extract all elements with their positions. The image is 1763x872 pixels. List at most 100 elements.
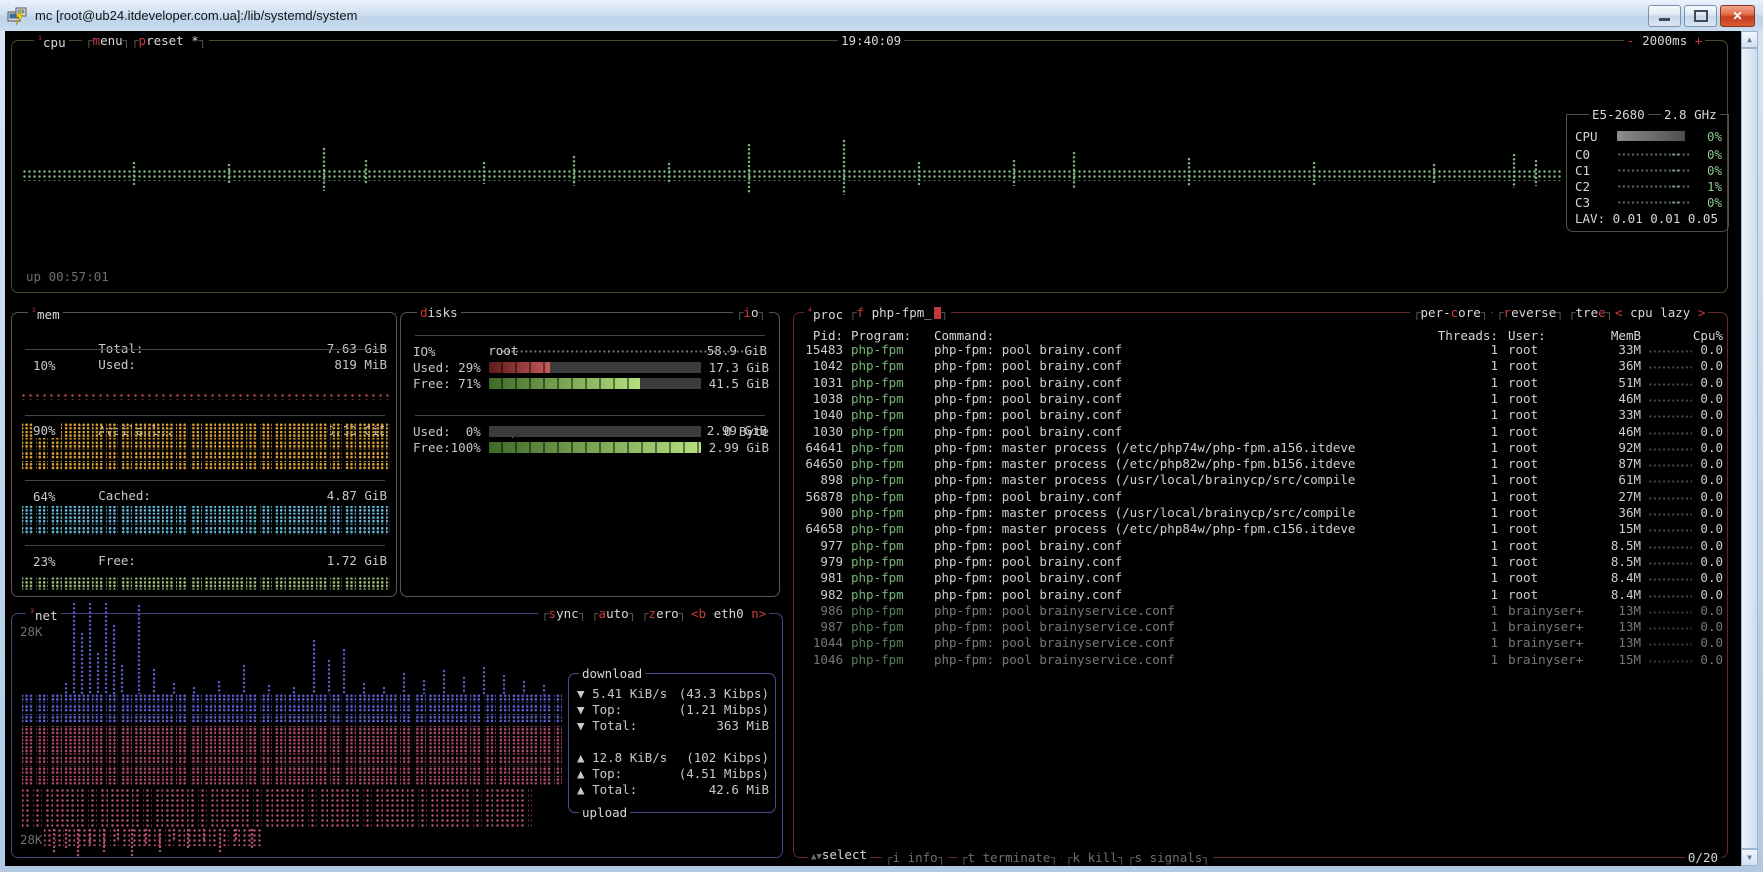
net-download-spike xyxy=(88,602,92,694)
proc-cell-pid: 64641 xyxy=(800,440,843,455)
cpu-graph-spike xyxy=(364,159,368,185)
maximize-button[interactable] xyxy=(1684,5,1717,27)
proc-cell-command: php-fpm: pool brainy.conf xyxy=(934,570,1430,585)
iface-next-button[interactable]: n> xyxy=(751,606,766,621)
disk-root-used-value: 17.3 GiB xyxy=(701,360,769,375)
titlebar[interactable]: mc [root@ub24.itdeveloper.com.ua]:/lib/s… xyxy=(0,0,1763,31)
iface-prev-button[interactable]: <b xyxy=(691,606,706,621)
col-program[interactable]: Program: xyxy=(851,328,911,343)
proc-cell-pid: 64658 xyxy=(800,521,843,536)
proc-row[interactable]: 981php-fpmphp-fpm: pool brainy.conf1root… xyxy=(794,570,1727,585)
tab-mem[interactable]: ²mem xyxy=(28,305,63,322)
proc-row[interactable]: 64650php-fpmphp-fpm: master process (/et… xyxy=(794,456,1727,471)
tab-auto[interactable]: auto xyxy=(588,606,639,621)
tab-zero[interactable]: zero xyxy=(638,606,689,621)
filter-input[interactable]: f php-fpm_ xyxy=(846,305,951,320)
proc-cell-threads: 1 xyxy=(1434,521,1498,536)
tab-cpu[interactable]: ¹cpu xyxy=(34,33,69,50)
tab-sync[interactable]: sync xyxy=(538,606,589,621)
col-cpu[interactable]: Cpu% xyxy=(1666,328,1723,343)
proc-cell-program: php-fpm xyxy=(851,472,931,487)
mem-available-row: Available:6.83 GiB xyxy=(23,408,387,423)
proc-row[interactable]: 900php-fpmphp-fpm: master process (/usr/… xyxy=(794,505,1727,520)
footer-terminate[interactable]: t terminate xyxy=(957,850,1061,865)
cpu-graph-spike xyxy=(1534,159,1538,186)
footer-info[interactable]: i info xyxy=(882,850,948,865)
scroll-up-button[interactable]: ▲ xyxy=(1741,31,1758,48)
net-download-spike xyxy=(382,686,386,694)
sort-next-icon[interactable]: > xyxy=(1698,305,1706,320)
tab-disks[interactable]: disks xyxy=(417,305,461,320)
col-mem[interactable]: MemB xyxy=(1584,328,1641,343)
sort-selector[interactable]: < cpu lazy > xyxy=(1612,305,1708,320)
col-pid[interactable]: Pid: xyxy=(800,328,843,343)
sort-prev-icon[interactable]: < xyxy=(1615,305,1623,320)
proc-mem-graph xyxy=(1648,448,1692,451)
net-download-spike xyxy=(172,682,176,694)
proc-mem-graph xyxy=(1648,350,1692,353)
scroll-down-button[interactable]: ▼ xyxy=(1741,849,1758,866)
col-threads[interactable]: Threads: xyxy=(1434,328,1498,343)
proc-cell-command: php-fpm: pool brainy.conf xyxy=(934,391,1430,406)
proc-cell-pid: 987 xyxy=(800,619,843,634)
proc-row[interactable]: 1030php-fpmphp-fpm: pool brainy.conf1roo… xyxy=(794,424,1727,439)
tab-io[interactable]: io xyxy=(733,305,769,320)
proc-row[interactable]: 15483php-fpmphp-fpm: pool brainy.conf1ro… xyxy=(794,342,1727,357)
net-download-spike xyxy=(362,682,366,694)
interval-minus-button[interactable]: - xyxy=(1627,33,1635,48)
proc-row[interactable]: 64641php-fpmphp-fpm: master process (/et… xyxy=(794,440,1727,455)
proc-cell-command: php-fpm: pool brainy.conf xyxy=(934,554,1430,569)
proc-row[interactable]: 1042php-fpmphp-fpm: pool brainy.conf1roo… xyxy=(794,358,1727,373)
proc-mem-graph xyxy=(1648,513,1692,516)
proc-cell-program: php-fpm xyxy=(851,619,931,634)
proc-row[interactable]: 898php-fpmphp-fpm: master process (/usr/… xyxy=(794,472,1727,487)
tab-preset[interactable]: preset * xyxy=(128,33,209,48)
proc-row[interactable]: 979php-fpmphp-fpm: pool brainy.conf1root… xyxy=(794,554,1727,569)
minimize-button[interactable] xyxy=(1648,5,1681,27)
net-download-spike xyxy=(80,632,84,694)
close-button[interactable]: ✕ xyxy=(1720,5,1755,27)
disk-swap-used-value: 0 Byte xyxy=(701,424,769,439)
proc-row[interactable]: 987php-fpmphp-fpm: pool brainyservice.co… xyxy=(794,619,1727,634)
tab-net[interactable]: ³net xyxy=(26,606,61,623)
proc-row[interactable]: 1031php-fpmphp-fpm: pool brainy.conf1roo… xyxy=(794,375,1727,390)
col-command[interactable]: Command: xyxy=(934,328,994,343)
tab-per-core[interactable]: per-core xyxy=(1410,305,1491,320)
proc-row[interactable]: 982php-fpmphp-fpm: pool brainy.conf1root… xyxy=(794,587,1727,602)
tab-menu[interactable]: menu xyxy=(82,33,133,48)
interval-plus-button[interactable]: + xyxy=(1695,33,1703,48)
proc-row[interactable]: 64658php-fpmphp-fpm: master process (/et… xyxy=(794,521,1727,536)
proc-cell-program: php-fpm xyxy=(851,342,931,357)
proc-mem-graph xyxy=(1648,497,1692,500)
footer-select[interactable]: ▲▼select xyxy=(808,847,870,865)
cpu-graph-spike xyxy=(572,155,576,186)
scrollbar[interactable]: ▲ ▼ xyxy=(1741,31,1758,866)
proc-row[interactable]: 1044php-fpmphp-fpm: pool brainyservice.c… xyxy=(794,635,1727,650)
tab-reverse[interactable]: reverse xyxy=(1493,305,1567,320)
btop-terminal[interactable]: ¹cpu menu preset * 19:40:09 - 2000ms + E… xyxy=(5,31,1741,866)
tab-tree[interactable]: tree xyxy=(1565,305,1616,320)
proc-cell-program: php-fpm xyxy=(851,505,931,520)
disk-root-used-bar xyxy=(489,362,701,373)
proc-row[interactable]: 1040php-fpmphp-fpm: pool brainy.conf1roo… xyxy=(794,407,1727,422)
proc-row[interactable]: 977php-fpmphp-fpm: pool brainy.conf1root… xyxy=(794,538,1727,553)
tab-proc[interactable]: ⁴proc xyxy=(804,305,846,322)
net-download-spike xyxy=(64,682,68,694)
proc-mem-graph xyxy=(1648,643,1692,646)
proc-row[interactable]: 56878php-fpmphp-fpm: pool brainy.conf1ro… xyxy=(794,489,1727,504)
footer-kill[interactable]: k kill xyxy=(1062,850,1128,865)
proc-cell-threads: 1 xyxy=(1434,505,1498,520)
scrollbar-thumb[interactable] xyxy=(1741,48,1758,849)
interface-switcher[interactable]: <b eth0 n> xyxy=(688,606,769,621)
mem-cached-graph xyxy=(20,505,390,536)
proc-mem-graph xyxy=(1648,595,1692,598)
proc-row[interactable]: 1046php-fpmphp-fpm: pool brainyservice.c… xyxy=(794,652,1727,667)
col-user[interactable]: User: xyxy=(1508,328,1546,343)
proc-row[interactable]: 986php-fpmphp-fpm: pool brainyservice.co… xyxy=(794,603,1727,618)
proc-row[interactable]: 1038php-fpmphp-fpm: pool brainy.conf1roo… xyxy=(794,391,1727,406)
proc-cell-pid: 1031 xyxy=(800,375,843,390)
footer-signals[interactable]: s signals xyxy=(1124,850,1213,865)
disk-root-used-label: Used: 29% xyxy=(413,360,481,375)
proc-cell-mem: 15M xyxy=(1584,652,1641,667)
proc-cell-user: root xyxy=(1508,489,1588,504)
